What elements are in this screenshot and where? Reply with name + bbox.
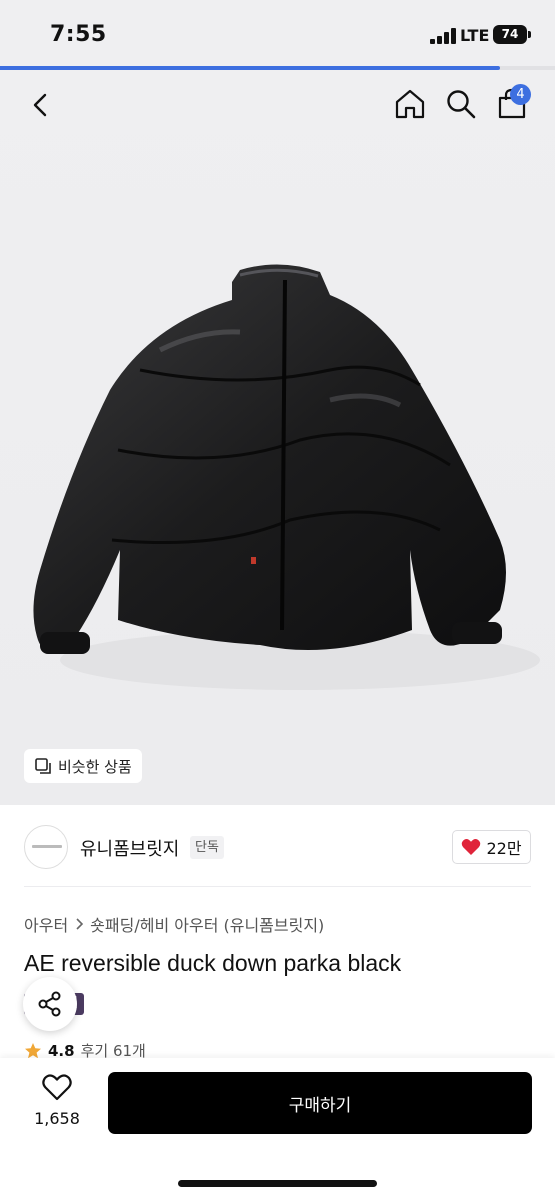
heart-outline-icon: [42, 1074, 72, 1101]
bottom-action-bar: 1,658 구매하기: [0, 1058, 555, 1200]
copy-icon: [35, 758, 51, 774]
status-time: 7:55: [50, 22, 107, 47]
home-icon: [395, 89, 425, 119]
search-icon: [447, 90, 476, 119]
jacket-illustration: [33, 264, 540, 690]
battery-tip: [528, 31, 531, 38]
wishlist-button[interactable]: 1,658: [26, 1074, 88, 1128]
battery-icon: 74: [493, 25, 527, 44]
exclusive-tag: 단독: [190, 836, 224, 859]
product-title: AE reversible duck down parka black: [24, 950, 402, 976]
divider: [24, 886, 531, 887]
buy-button[interactable]: 구매하기: [108, 1072, 532, 1134]
cart-count-badge: 4: [510, 84, 531, 105]
network-label: LTE: [460, 26, 490, 45]
breadcrumb-subcategory[interactable]: 숏패딩/헤비 아우터 (유니폼브릿지): [90, 912, 324, 936]
home-button[interactable]: [393, 88, 427, 124]
breadcrumb: 아우터 숏패딩/헤비 아우터 (유니폼브릿지): [24, 912, 324, 936]
brand-row: 유니폼브릿지 단독 22만: [0, 820, 555, 886]
similar-products-button[interactable]: 비슷한 상품: [24, 749, 142, 783]
similar-products-label: 비슷한 상품: [58, 757, 132, 776]
chevron-left-icon: [33, 93, 47, 117]
brand-like-button[interactable]: 22만: [452, 830, 531, 864]
star-icon: [25, 1042, 41, 1058]
share-button[interactable]: [23, 977, 77, 1031]
chevron-right-icon: [76, 918, 84, 930]
brand-like-count: 22만: [486, 839, 522, 858]
wishlist-count: 1,658: [34, 1109, 80, 1128]
rating-score: 4.8: [48, 1041, 75, 1060]
heart-filled-icon: [462, 839, 481, 855]
brand-name[interactable]: 유니폼브릿지: [80, 835, 179, 861]
search-button[interactable]: [445, 88, 477, 124]
home-indicator: [178, 1180, 377, 1187]
product-image[interactable]: 비슷한 상품: [0, 70, 555, 805]
back-button[interactable]: [30, 92, 52, 122]
breadcrumb-category[interactable]: 아우터: [24, 912, 68, 936]
brand-logo[interactable]: [24, 825, 68, 869]
signal-icon: [430, 28, 456, 44]
status-bar: 7:55 LTE 74: [0, 0, 555, 66]
share-icon: [38, 991, 61, 1017]
